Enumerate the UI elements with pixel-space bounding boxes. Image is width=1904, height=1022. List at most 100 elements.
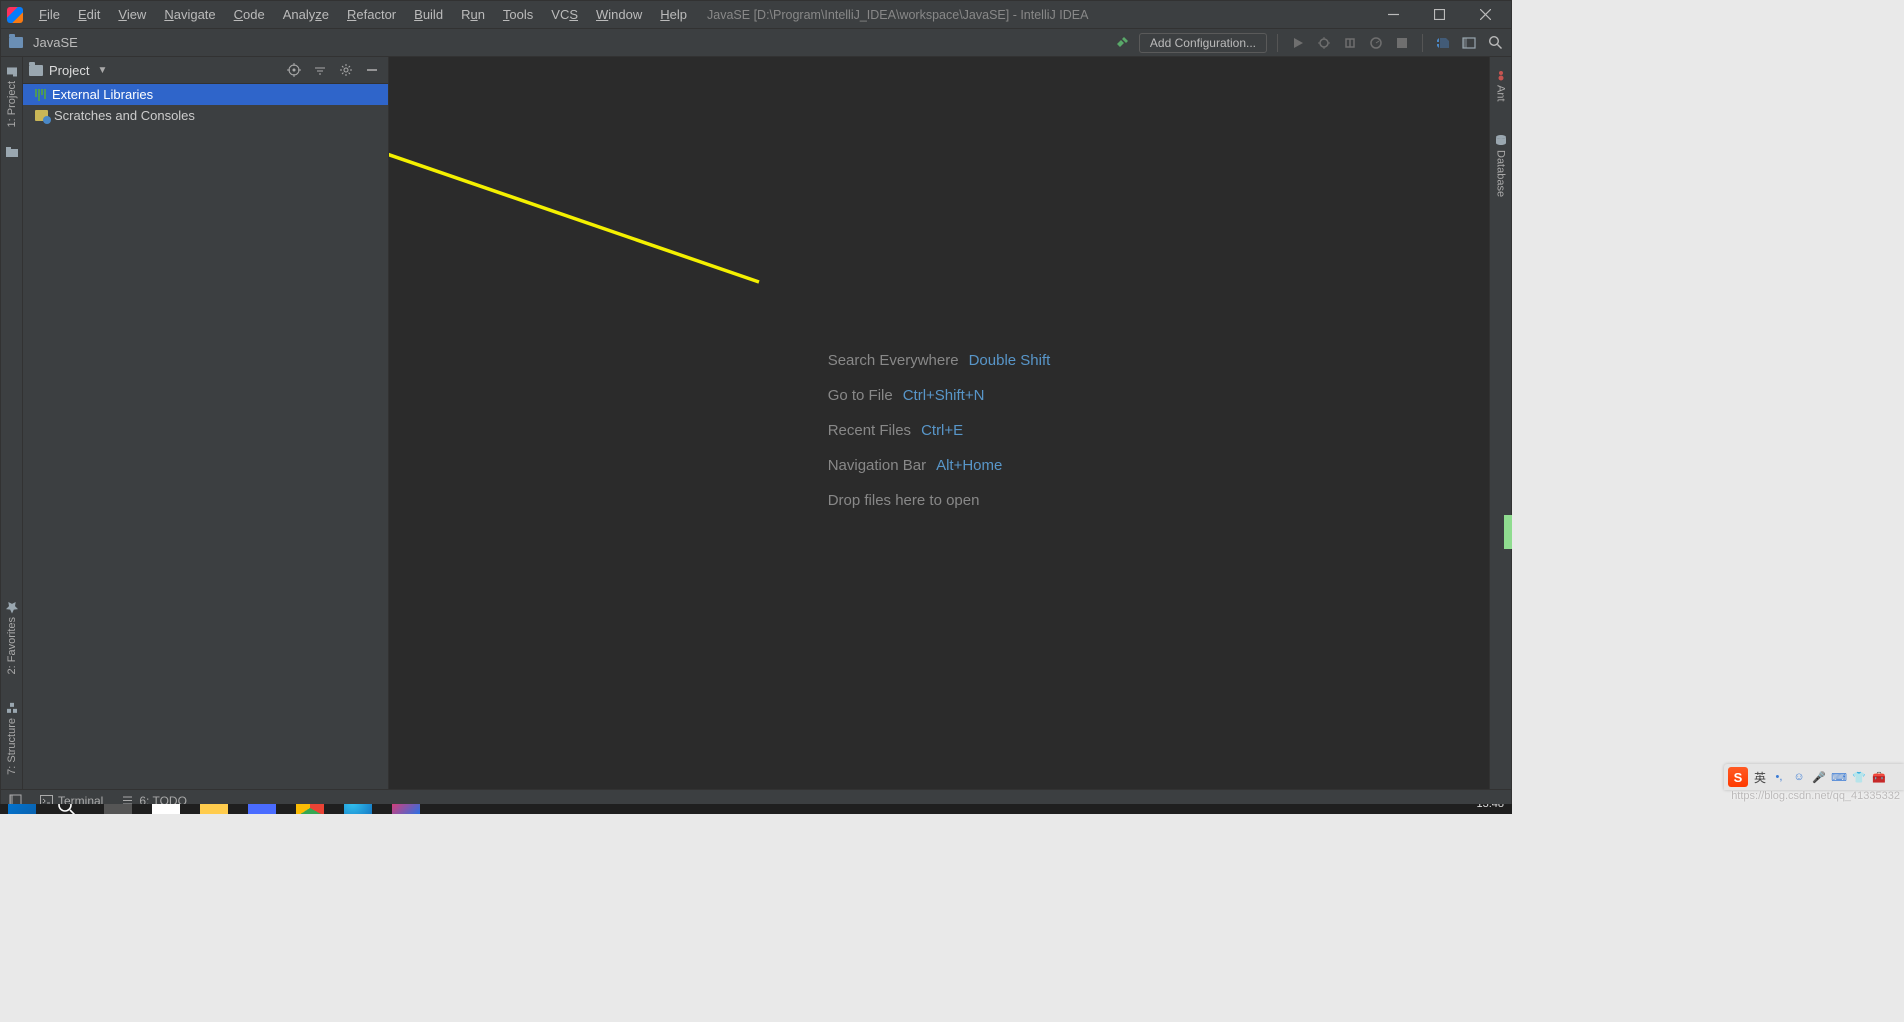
star-icon <box>6 601 18 613</box>
hint-shortcut: Double Shift <box>969 352 1051 369</box>
ime-toolbox-icon[interactable]: 🧰 <box>1872 770 1886 784</box>
add-configuration-button[interactable]: Add Configuration... <box>1139 33 1267 53</box>
coverage-icon[interactable] <box>1340 33 1360 53</box>
hide-panel-icon[interactable] <box>362 60 382 80</box>
ime-voice-icon[interactable]: 🎤 <box>1812 770 1826 784</box>
taskbar-explorer-icon[interactable] <box>200 804 228 814</box>
taskbar-app-icon[interactable] <box>248 804 276 814</box>
menu-window[interactable]: WindowWindow <box>588 5 650 24</box>
tree-item-label: External Libraries <box>52 87 153 102</box>
hint-shortcut: Alt+Home <box>936 457 1002 474</box>
profiler-icon[interactable] <box>1366 33 1386 53</box>
menu-run[interactable]: RunRun <box>453 5 493 24</box>
menu-edit[interactable]: EditEdit <box>70 5 108 24</box>
window-maximize-button[interactable] <box>1417 1 1461 29</box>
scroll-indicator <box>1504 515 1512 549</box>
chevron-down-icon[interactable]: ▼ <box>97 65 107 76</box>
window-close-button[interactable] <box>1463 1 1507 29</box>
left-tab-structure[interactable]: 7: Structure <box>4 696 20 781</box>
left-tab-project[interactable]: 1: Project <box>4 59 20 133</box>
menu-refactor[interactable]: RefactorRefactor <box>339 5 404 24</box>
tree-item-scratches[interactable]: Scratches and Consoles <box>23 105 388 126</box>
folder-icon <box>29 65 43 76</box>
menu-analyze[interactable]: AnalyzeAnalyze <box>275 5 337 24</box>
menu-navigate[interactable]: NavigateNavigate <box>156 5 223 24</box>
window-minimize-button[interactable] <box>1371 1 1415 29</box>
windows-taskbar[interactable]: 13:48 <box>0 804 1512 814</box>
tree-item-label: Scratches and Consoles <box>54 108 195 123</box>
menu-tools[interactable]: ToolsTools <box>495 5 541 24</box>
ant-icon <box>1495 69 1507 81</box>
taskbar-intellij-icon[interactable] <box>392 804 420 814</box>
hint-label: Recent Files <box>828 422 911 439</box>
hint-shortcut: Ctrl+E <box>921 422 963 439</box>
left-folder-icon[interactable] <box>5 145 19 159</box>
hint-drop-files: Drop files here to open <box>828 492 1051 509</box>
left-tab-favorites[interactable]: 2: Favorites <box>4 595 20 680</box>
locate-icon[interactable] <box>284 60 304 80</box>
library-icon <box>35 89 46 101</box>
ime-toolbar[interactable]: S 英 •, ☺ 🎤 ⌨ 👕 🧰 <box>1724 764 1904 790</box>
watermark-text: https://blog.csdn.net/qq_41335332 <box>1731 790 1900 1018</box>
ime-punct-icon[interactable]: •, <box>1772 770 1786 784</box>
project-panel-header: Project ▼ <box>23 57 388 84</box>
taskbar-chrome-icon[interactable] <box>296 804 324 814</box>
toolbar-separator <box>1277 34 1278 52</box>
hint-recent-files: Recent Files Ctrl+E <box>828 422 1051 439</box>
hint-label: Search Everywhere <box>828 352 959 369</box>
ide-settings-icon[interactable] <box>1459 33 1479 53</box>
start-button-icon[interactable] <box>8 804 36 814</box>
right-tool-window-bar: Ant Database <box>1489 57 1511 789</box>
taskbar-search-icon[interactable] <box>56 804 84 814</box>
project-tree[interactable]: External Libraries Scratches and Console… <box>23 84 388 789</box>
ime-emoji-icon[interactable]: ☺ <box>1792 770 1806 784</box>
menu-file[interactable]: FFileile <box>31 5 68 24</box>
search-everywhere-icon[interactable] <box>1485 33 1505 53</box>
intellij-window: FFileile EditEdit ViewView NavigateNavig… <box>0 0 1512 812</box>
editor-empty-area[interactable]: Search Everywhere Double Shift Go to Fil… <box>389 57 1489 789</box>
welcome-hints: Search Everywhere Double Shift Go to Fil… <box>828 352 1051 509</box>
navigation-toolbar: JavaSE Add Configuration... <box>1 29 1511 57</box>
hint-label: Go to File <box>828 387 893 404</box>
ime-skin-icon[interactable]: 👕 <box>1852 770 1866 784</box>
taskbar-edge-icon[interactable] <box>344 804 372 814</box>
breadcrumb-project[interactable]: JavaSE <box>33 35 78 50</box>
debug-icon[interactable] <box>1314 33 1334 53</box>
stop-icon[interactable] <box>1392 33 1412 53</box>
right-tab-ant[interactable]: Ant <box>1493 63 1509 108</box>
main-area: 1: Project 2: Favorites 7: Structure <box>1 57 1511 789</box>
hint-goto-file: Go to File Ctrl+Shift+N <box>828 387 1051 404</box>
ime-language-label[interactable]: 英 <box>1754 769 1766 786</box>
project-tab-icon <box>6 65 18 77</box>
database-icon <box>1495 134 1507 146</box>
taskbar-clock[interactable]: 13:48 <box>1476 804 1504 810</box>
gear-icon[interactable] <box>336 60 356 80</box>
ime-keyboard-icon[interactable]: ⌨ <box>1832 770 1846 784</box>
build-hammer-icon[interactable] <box>1113 33 1133 53</box>
hint-nav-bar: Navigation Bar Alt+Home <box>828 457 1051 474</box>
collapse-all-icon[interactable] <box>310 60 330 80</box>
menu-build[interactable]: BuildBuild <box>406 5 451 24</box>
hint-label: Drop files here to open <box>828 492 980 509</box>
run-icon[interactable] <box>1288 33 1308 53</box>
taskbar-taskview-icon[interactable] <box>104 804 132 814</box>
project-panel-title[interactable]: Project <box>49 63 89 78</box>
menu-help[interactable]: HelpHelp <box>652 5 695 24</box>
right-tab-database[interactable]: Database <box>1493 128 1509 203</box>
vcs-update-icon[interactable] <box>1433 33 1453 53</box>
left-tool-window-bar: 1: Project 2: Favorites 7: Structure <box>1 57 23 789</box>
tree-item-external-libraries[interactable]: External Libraries <box>23 84 388 105</box>
title-path: JavaSE [D:\Program\IntelliJ_IDEA\workspa… <box>707 8 1088 22</box>
hint-label: Navigation Bar <box>828 457 926 474</box>
project-folder-icon <box>9 37 23 48</box>
menu-vcs[interactable]: VCSVCS <box>543 5 586 24</box>
scratch-icon <box>35 110 48 121</box>
intellij-logo-icon <box>7 7 23 23</box>
menu-code[interactable]: CodeCode <box>226 5 273 24</box>
toolbar-separator <box>1422 34 1423 52</box>
menu-bar: FFileile EditEdit ViewView NavigateNavig… <box>1 1 1511 29</box>
sogou-ime-icon[interactable]: S <box>1728 767 1748 787</box>
hint-shortcut: Ctrl+Shift+N <box>903 387 985 404</box>
taskbar-app-icon[interactable] <box>152 804 180 814</box>
menu-view[interactable]: ViewView <box>110 5 154 24</box>
